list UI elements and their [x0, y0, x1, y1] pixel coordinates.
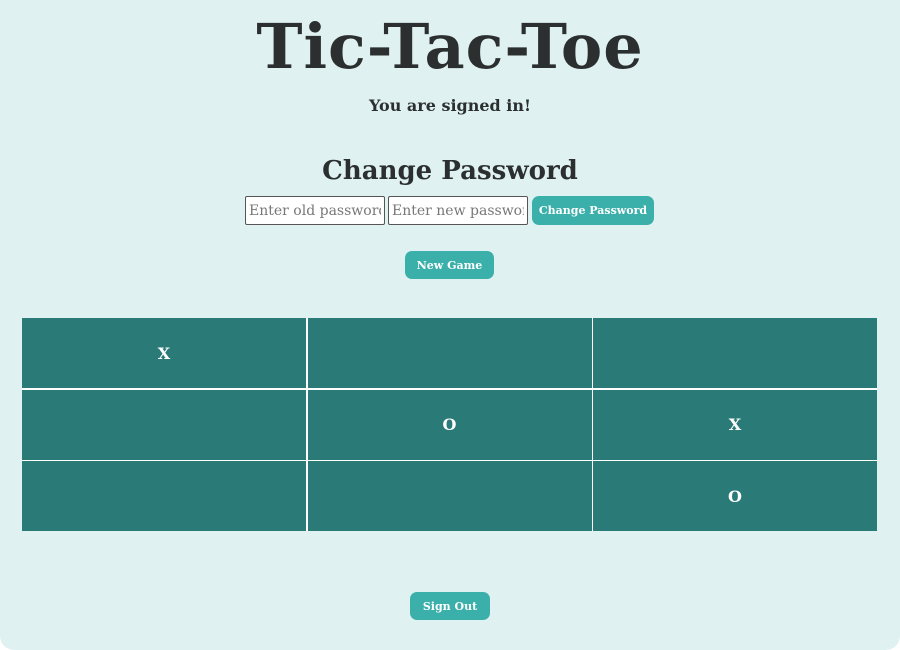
board-cell-7[interactable]	[307, 461, 592, 531]
board-cell-2[interactable]	[593, 318, 877, 388]
game-board: X O X O	[22, 318, 877, 531]
board-cell-1[interactable]	[307, 318, 592, 388]
signed-in-status: You are signed in!	[368, 96, 532, 115]
board-cell-3[interactable]	[22, 389, 306, 460]
new-password-input[interactable]	[388, 196, 528, 225]
board-cell-6[interactable]	[22, 461, 306, 531]
change-password-heading: Change Password	[322, 156, 578, 186]
app-window: Tic-Tac-Toe You are signed in! Change Pa…	[0, 0, 900, 650]
board-cell-4[interactable]: O	[307, 389, 592, 460]
change-password-button[interactable]: Change Password	[532, 196, 654, 225]
page-title: Tic-Tac-Toe	[256, 10, 644, 83]
board-cell-0[interactable]: X	[22, 318, 306, 388]
sign-out-button[interactable]: Sign Out	[410, 592, 490, 620]
change-password-form: Change Password	[245, 196, 654, 225]
board-cell-8[interactable]: O	[593, 461, 877, 531]
old-password-input[interactable]	[245, 196, 385, 225]
board-cell-5[interactable]: X	[593, 389, 877, 460]
new-game-button[interactable]: New Game	[405, 251, 494, 279]
